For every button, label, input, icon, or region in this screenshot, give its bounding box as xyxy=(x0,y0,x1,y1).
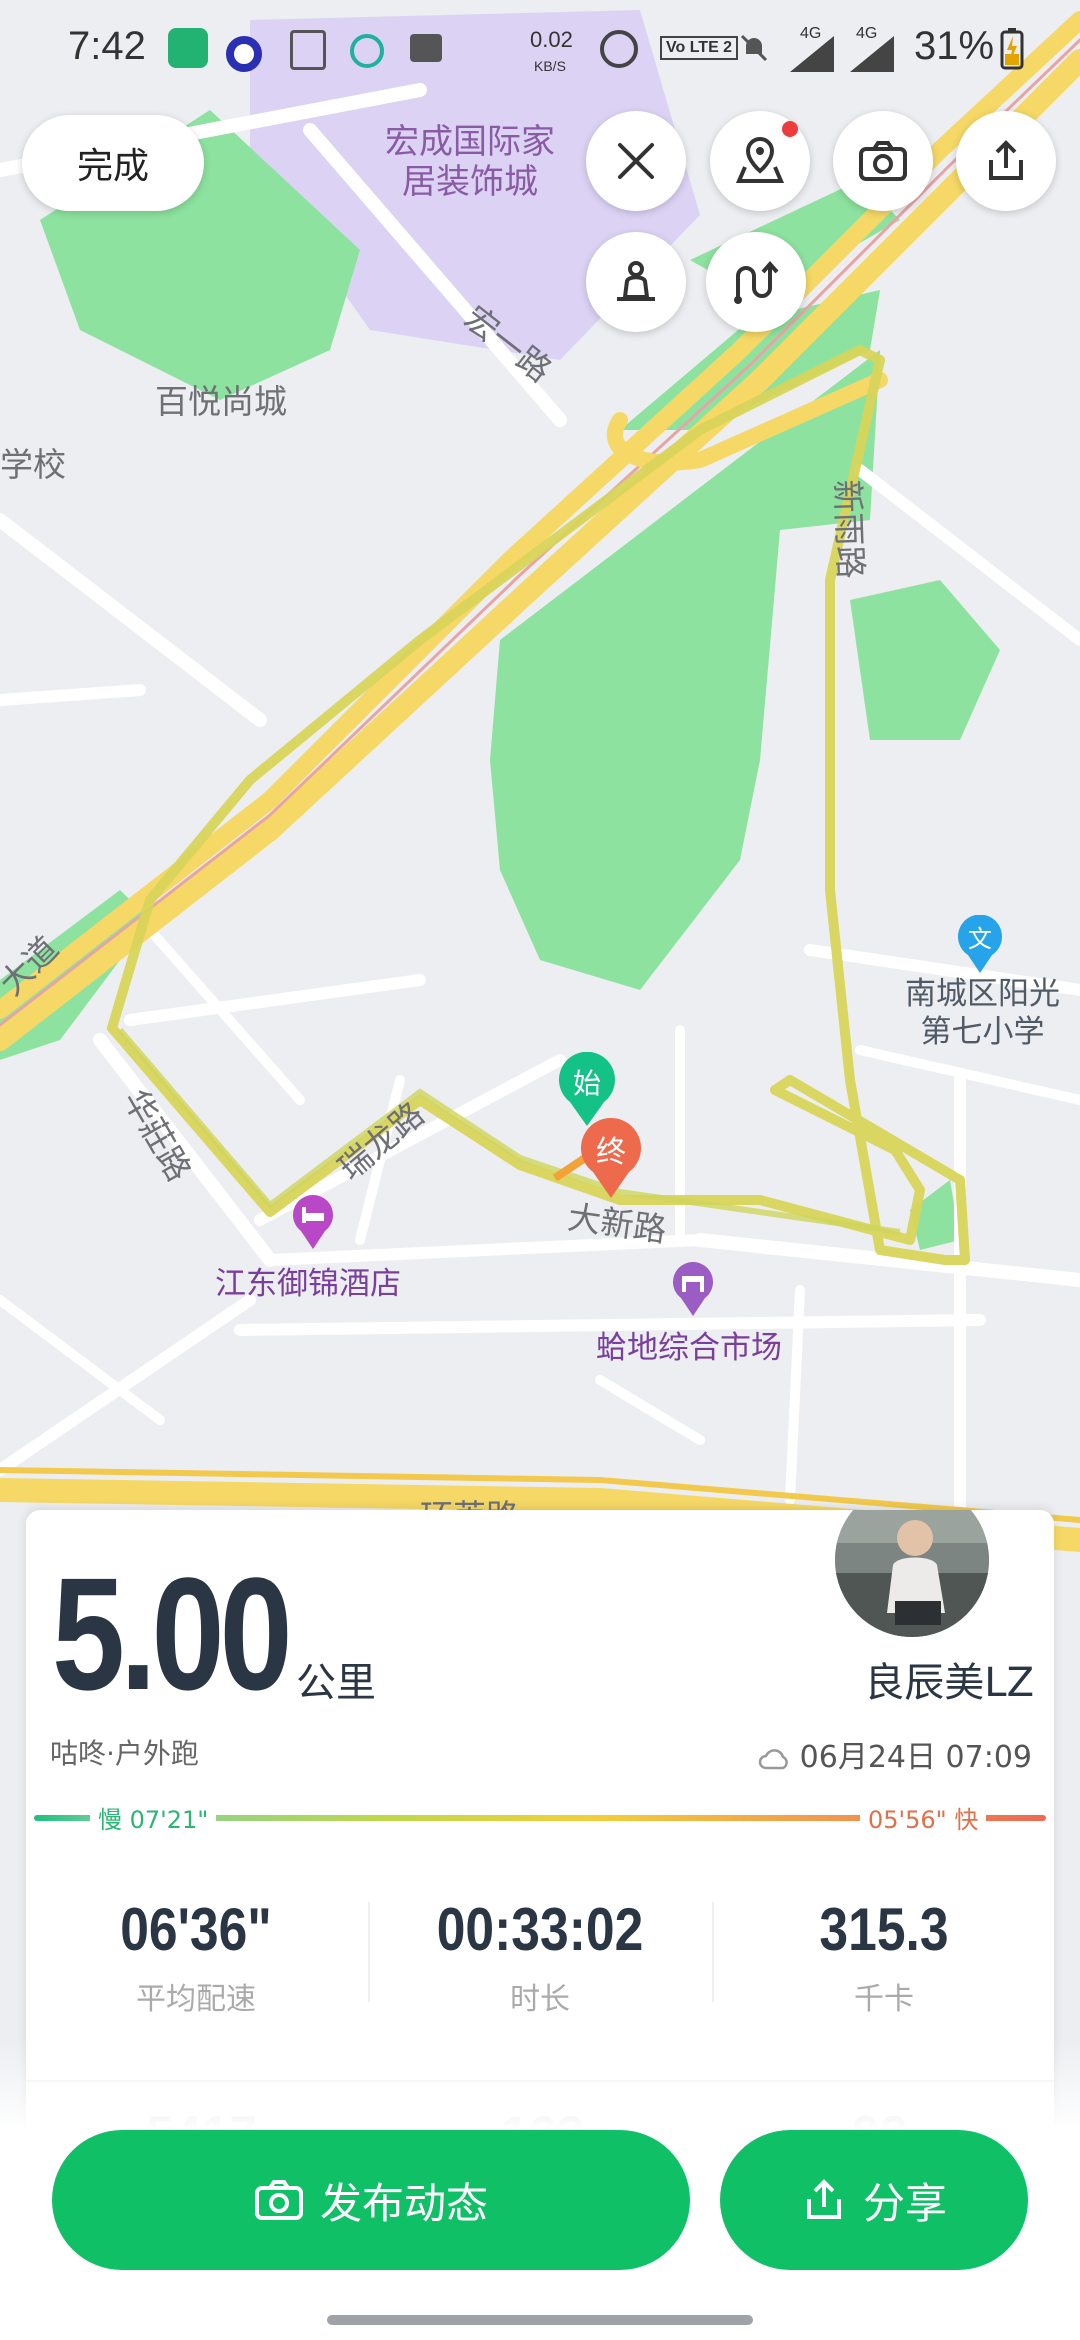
map-label-road-a: 新雨路 xyxy=(827,478,871,580)
circle-app-icon xyxy=(226,36,262,72)
volte-indicator: Vo LTE 2 xyxy=(660,36,739,60)
done-button[interactable]: 完成 xyxy=(22,115,204,211)
battery-percent: 31% xyxy=(914,24,995,68)
meditation-icon xyxy=(617,261,655,301)
image-icon xyxy=(410,34,442,62)
hotel-marker-icon[interactable] xyxy=(290,1195,336,1251)
home-indicator[interactable] xyxy=(327,2315,753,2325)
refresh-icon xyxy=(350,34,384,68)
school-marker-icon[interactable]: 文 xyxy=(955,915,1005,975)
stat-value: 00:33:02 xyxy=(436,1896,644,1963)
stat-duration: 00:33:02 时长 xyxy=(370,1895,710,2018)
stat-calories: 315.3 千卡 xyxy=(714,1895,1054,2018)
share-label: 分享 xyxy=(862,2178,947,2228)
share-icon xyxy=(806,2179,841,2219)
svg-text:始: 始 xyxy=(573,1067,601,1100)
stat-label: 千卡 xyxy=(854,1982,914,2017)
datetime-text: 06月24日 07:09 xyxy=(799,1740,1032,1775)
map-label-school: 南城区阳光 第七小学 xyxy=(905,976,1060,1050)
publish-label: 发布动态 xyxy=(319,2178,488,2228)
signal-1-icon xyxy=(790,36,834,72)
battery-icon xyxy=(1000,28,1024,70)
pace-slow-label: 慢 07'21" xyxy=(90,1800,217,1835)
map-label-baiyue: 百悦尚城 xyxy=(155,382,287,421)
activity-type: 咕咚·户外跑 xyxy=(50,1737,199,1770)
activity-datetime: 06月24日 07:09 xyxy=(758,1732,1032,1776)
document-icon xyxy=(290,30,326,70)
mute-icon xyxy=(738,32,770,64)
camera-button[interactable] xyxy=(833,111,933,211)
app-notification-icon xyxy=(168,28,208,68)
pace-fast-label: 05'56" 快 xyxy=(860,1800,987,1835)
end-marker-icon[interactable]: 终 xyxy=(578,1118,644,1200)
meditation-button[interactable] xyxy=(586,232,686,332)
map-label-hongcheng: 宏成国际家 居装饰城 xyxy=(385,122,555,202)
stat-label: 平均配速 xyxy=(136,1982,256,2017)
close-icon xyxy=(618,143,654,179)
cloud-icon xyxy=(758,1748,788,1769)
stat-label: 时长 xyxy=(510,1982,570,2017)
net-speed-unit: KB/S xyxy=(534,58,566,74)
map-label-hotel: 江东御锦酒店 xyxy=(215,1266,401,1302)
share-icon xyxy=(989,140,1023,180)
stat-value: 06'36" xyxy=(120,1896,272,1963)
status-time: 7:42 xyxy=(68,24,146,68)
publish-button[interactable]: 发布动态 xyxy=(52,2130,690,2270)
market-marker-icon[interactable] xyxy=(670,1262,716,1318)
distance-unit: 公里 xyxy=(296,1660,376,1706)
username[interactable]: 良辰美LZ xyxy=(864,1650,1034,1708)
route-icon xyxy=(734,260,779,304)
avatar[interactable] xyxy=(832,1510,992,1640)
camera-icon xyxy=(254,2180,303,2220)
route-button[interactable] xyxy=(706,232,806,332)
share-button[interactable]: 分享 xyxy=(720,2130,1028,2270)
share-top-button[interactable] xyxy=(956,111,1056,211)
net-speed: 0.02 xyxy=(530,27,573,52)
stat-avg-pace: 06'36" 平均配速 xyxy=(26,1895,366,2018)
map-location-button[interactable] xyxy=(710,111,810,211)
notification-dot xyxy=(782,121,798,137)
status-bar: 7:42 0.02 KB/S Vo LTE 2 4G 4G 31% xyxy=(0,0,1080,100)
svg-text:终: 终 xyxy=(596,1135,626,1170)
camera-icon xyxy=(859,141,907,181)
stat-value: 315.3 xyxy=(819,1896,949,1963)
map-pin-icon xyxy=(735,136,785,183)
signal-2-icon xyxy=(850,36,894,72)
map-label-school-partial: 学校 xyxy=(0,445,66,484)
map-label-market: 蛤地综合市场 xyxy=(596,1330,782,1366)
svg-text:文: 文 xyxy=(968,925,992,953)
alarm-icon xyxy=(600,30,638,68)
distance-value: 5.00 xyxy=(52,1544,293,1723)
close-button[interactable] xyxy=(586,111,686,211)
start-marker-icon[interactable]: 始 xyxy=(556,1052,618,1128)
